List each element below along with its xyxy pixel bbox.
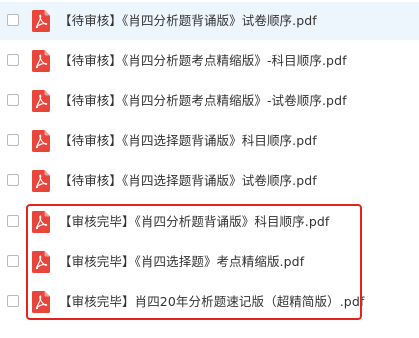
- pdf-icon: [32, 170, 50, 192]
- pdf-icon: [32, 90, 50, 112]
- file-list: 【待审核】《肖四分析题背诵版》试卷顺序.pdf 【待审核】《肖四分析题考点精缩版…: [0, 0, 419, 338]
- file-checkbox[interactable]: [7, 295, 19, 307]
- file-row[interactable]: 【待审核】《肖四分析题考点精缩版》-试卷顺序.pdf: [0, 82, 419, 120]
- file-checkbox[interactable]: [7, 54, 19, 66]
- file-checkbox[interactable]: [7, 14, 19, 26]
- file-name[interactable]: 【审核完毕】《肖四分析题背诵版》科目顺序.pdf: [59, 203, 329, 241]
- file-name[interactable]: 【待审核】《肖四选择题背诵版》试卷顺序.pdf: [59, 162, 317, 200]
- file-row[interactable]: 【待审核】《肖四选择题背诵版》试卷顺序.pdf: [0, 162, 419, 200]
- file-row[interactable]: 【待审核】《肖四分析题考点精缩版》-科目顺序.pdf: [0, 42, 419, 80]
- file-checkbox[interactable]: [7, 134, 19, 146]
- file-name[interactable]: 【待审核】《肖四分析题考点精缩版》-科目顺序.pdf: [59, 42, 347, 80]
- file-name[interactable]: 【待审核】《肖四分析题考点精缩版》-试卷顺序.pdf: [59, 82, 347, 120]
- file-name[interactable]: 【待审核】《肖四选择题背诵版》科目顺序.pdf: [59, 122, 317, 160]
- file-checkbox[interactable]: [7, 174, 19, 186]
- file-row[interactable]: 【待审核】《肖四分析题背诵版》试卷顺序.pdf: [0, 2, 419, 40]
- pdf-icon: [32, 130, 50, 152]
- file-name[interactable]: 【审核完毕】《肖四选择题》考点精缩版.pdf: [59, 243, 304, 281]
- file-name[interactable]: 【待审核】《肖四分析题背诵版》试卷顺序.pdf: [59, 2, 317, 40]
- file-checkbox[interactable]: [7, 215, 19, 227]
- pdf-icon: [32, 291, 50, 313]
- file-row[interactable]: 【审核完毕】《肖四分析题背诵版》科目顺序.pdf: [0, 203, 419, 241]
- file-name[interactable]: 【审核完毕】肖四20年分析题速记版（超精简版）.pdf: [59, 283, 364, 321]
- file-row[interactable]: 【待审核】《肖四选择题背诵版》科目顺序.pdf: [0, 122, 419, 160]
- pdf-icon: [32, 211, 50, 233]
- file-checkbox[interactable]: [7, 94, 19, 106]
- pdf-icon: [32, 251, 50, 273]
- file-checkbox[interactable]: [7, 255, 19, 267]
- pdf-icon: [32, 50, 50, 72]
- pdf-icon: [32, 10, 50, 32]
- file-row[interactable]: 【审核完毕】肖四20年分析题速记版（超精简版）.pdf: [0, 283, 419, 321]
- file-row[interactable]: 【审核完毕】《肖四选择题》考点精缩版.pdf: [0, 243, 419, 281]
